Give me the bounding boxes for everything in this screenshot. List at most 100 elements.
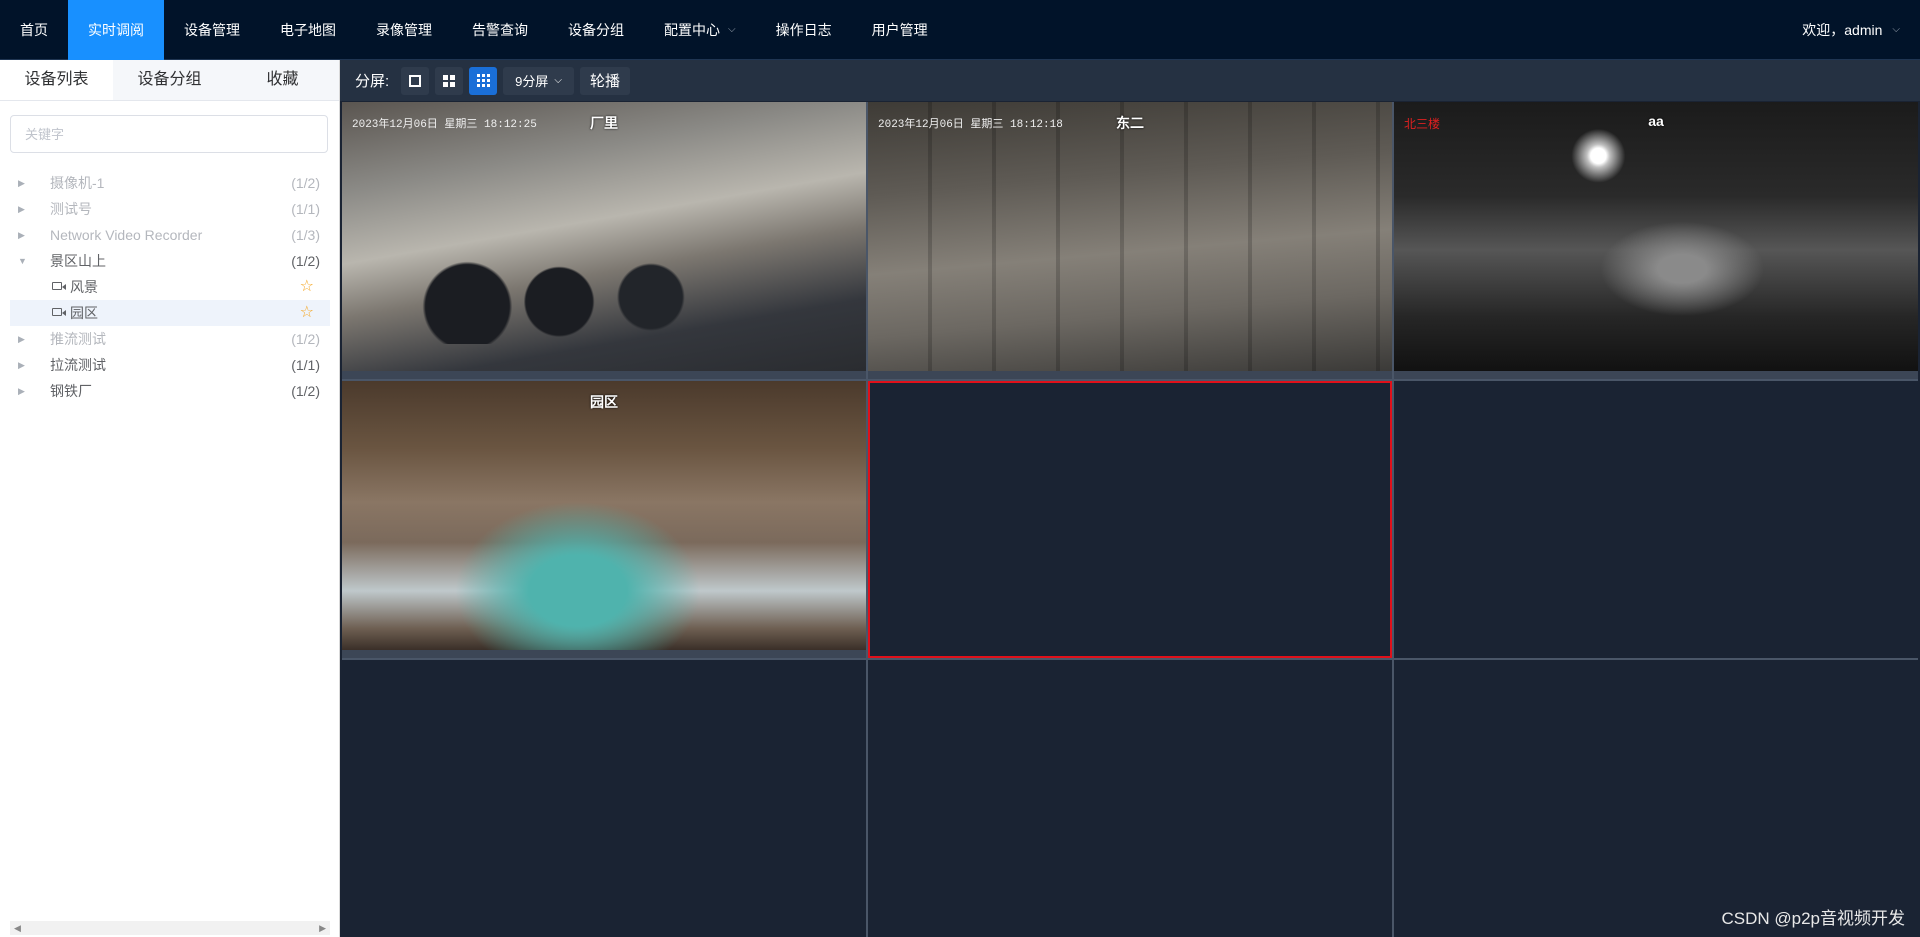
tour-button[interactable]: 轮播 [580,67,630,95]
nav-item-device-group[interactable]: 设备分组 [548,0,644,60]
tree-node-label: 拉流测试 [50,352,106,378]
tree-node-count: (1/2) [291,326,320,352]
tree-node-pull-test[interactable]: ▶ 拉流测试 (1/1) [10,352,330,378]
device-sidebar: 设备列表 设备分组 收藏 ▶ 摄像机-1 (1/2) ▶ 测试号 (1/1) ▶… [0,60,340,937]
nav-item-label: 用户管理 [872,0,928,60]
nav-item-label: 电子地图 [280,0,336,60]
user-menu[interactable]: 欢迎，admin ⌵ [1802,0,1900,60]
tree-node-scenery[interactable]: 风景 ☆ [10,274,330,300]
nav-item-label: 首页 [20,0,48,60]
video-cell-9[interactable] [1394,660,1918,937]
tree-node-park[interactable]: 园区 ☆ [10,300,330,326]
nav-item-label: 配置中心 [664,0,720,60]
tree-node-count: (1/2) [291,170,320,196]
device-tree: ▶ 摄像机-1 (1/2) ▶ 测试号 (1/1) ▶ Network Vide… [10,170,330,404]
nav-item-config-center[interactable]: 配置中心⌵ [644,0,756,60]
tree-node-push-test[interactable]: ▶ 推流测试 (1/2) [10,326,330,352]
tree-node-label: 园区 [70,300,98,326]
tree-node-count: (1/3) [291,222,320,248]
camera-icon [52,282,62,290]
scroll-right-icon[interactable]: ▶ [319,921,326,935]
tree-node-scenic-mountain[interactable]: ▼ 景区山上 (1/2) [10,248,330,274]
nav-item-alarm-query[interactable]: 告警查询 [452,0,548,60]
video-cell-1[interactable]: 2023年12月06日 星期三 18:12:25 厂里 [342,102,866,379]
tree-node-label: 推流测试 [50,326,106,352]
nav-item-device-management[interactable]: 设备管理 [164,0,260,60]
expand-arrow-icon[interactable]: ▶ [18,378,28,404]
tree-node-count: (1/1) [291,352,320,378]
tab-favorites[interactable]: 收藏 [226,60,339,100]
split-count-select[interactable]: 9分屏 ⌵ [503,67,574,95]
nav-item-label: 设备分组 [568,0,624,60]
video-stream [342,381,866,650]
camera-icon [52,308,62,316]
expand-arrow-icon[interactable]: ▶ [18,222,28,248]
video-cell-title: 园区 [342,392,866,412]
tree-node-label: Network Video Recorder [50,222,202,248]
video-cell-5[interactable] [868,381,1392,658]
nav-item-label: 操作日志 [776,0,832,60]
scroll-left-icon[interactable]: ◀ [14,921,21,935]
video-status-bar [868,371,1392,379]
video-cell-4[interactable]: 园区 [342,381,866,658]
tab-device-group[interactable]: 设备分组 [113,60,226,100]
fullscreen-icon [409,75,421,87]
expand-arrow-icon[interactable]: ▶ [18,326,28,352]
tree-node-camera-1[interactable]: ▶ 摄像机-1 (1/2) [10,170,330,196]
nav-item-label: 录像管理 [376,0,432,60]
nav-item-e-map[interactable]: 电子地图 [260,0,356,60]
nav-item-home[interactable]: 首页 [0,0,68,60]
video-status-bar [342,371,866,379]
nav-item-user-management[interactable]: 用户管理 [852,0,948,60]
split-label: 分屏: [355,70,389,91]
video-cell-7[interactable] [342,660,866,937]
sidebar-tabs: 设备列表 设备分组 收藏 [0,60,339,101]
expand-arrow-icon[interactable]: ▶ [18,196,28,222]
tree-node-steel-plant[interactable]: ▶ 钢铁厂 (1/2) [10,378,330,404]
tree-node-count: (1/1) [291,196,320,222]
nav-item-live-view[interactable]: 实时调阅 [68,0,164,60]
nav-item-label: 告警查询 [472,0,528,60]
expand-arrow-icon[interactable]: ▶ [18,170,28,196]
tree-node-label: 景区山上 [50,248,106,274]
grid-9-icon [477,74,490,87]
tab-device-list[interactable]: 设备列表 [0,60,113,100]
video-cell-8[interactable] [868,660,1392,937]
video-cell-title: 东二 [868,113,1392,133]
single-screen-button[interactable] [401,67,429,95]
favorite-star-icon[interactable]: ☆ [300,300,314,326]
keyword-search-input[interactable] [10,115,328,153]
nav-item-label: 实时调阅 [88,0,144,60]
favorite-star-icon[interactable]: ☆ [300,274,314,300]
video-grid: 2023年12月06日 星期三 18:12:25 厂里 2023年12月06日 … [342,102,1918,937]
nav-item-recording-management[interactable]: 录像管理 [356,0,452,60]
video-stream [868,102,1392,371]
tree-node-nvr[interactable]: ▶ Network Video Recorder (1/3) [10,222,330,248]
collapse-arrow-icon[interactable]: ▼ [18,248,28,274]
nav-item-label: 设备管理 [184,0,240,60]
expand-arrow-icon[interactable]: ▶ [18,352,28,378]
tree-node-label: 钢铁厂 [50,378,92,404]
tree-node-count: (1/2) [291,378,320,404]
video-cell-2[interactable]: 2023年12月06日 星期三 18:12:18 东二 [868,102,1392,379]
video-stream [342,102,866,371]
horizontal-scrollbar[interactable]: ◀ ▶ [10,921,330,935]
chevron-down-icon: ⌵ [1892,0,1900,60]
nine-screen-button[interactable] [469,67,497,95]
four-screen-button[interactable] [435,67,463,95]
video-stream [1394,102,1918,371]
video-status-bar [342,650,866,658]
tree-node-label: 摄像机-1 [50,170,104,196]
grid-4-icon [443,75,455,87]
nav-item-operation-log[interactable]: 操作日志 [756,0,852,60]
video-cell-6[interactable] [1394,381,1918,658]
tree-node-test[interactable]: ▶ 测试号 (1/1) [10,196,330,222]
video-cell-title: 厂里 [342,113,866,133]
video-wall: 分屏: 9分屏 ⌵ 轮播 2023年12月06日 星期三 18:12:25 厂里… [340,60,1920,937]
video-status-bar [1394,371,1918,379]
top-navigation: 首页 实时调阅 设备管理 电子地图 录像管理 告警查询 设备分组 配置中心⌵ 操… [0,0,1920,60]
video-cell-title: aa [1394,113,1918,129]
welcome-text: 欢迎，admin [1802,0,1882,60]
tree-node-count: (1/2) [291,248,320,274]
video-cell-3[interactable]: 北三楼 aa [1394,102,1918,379]
